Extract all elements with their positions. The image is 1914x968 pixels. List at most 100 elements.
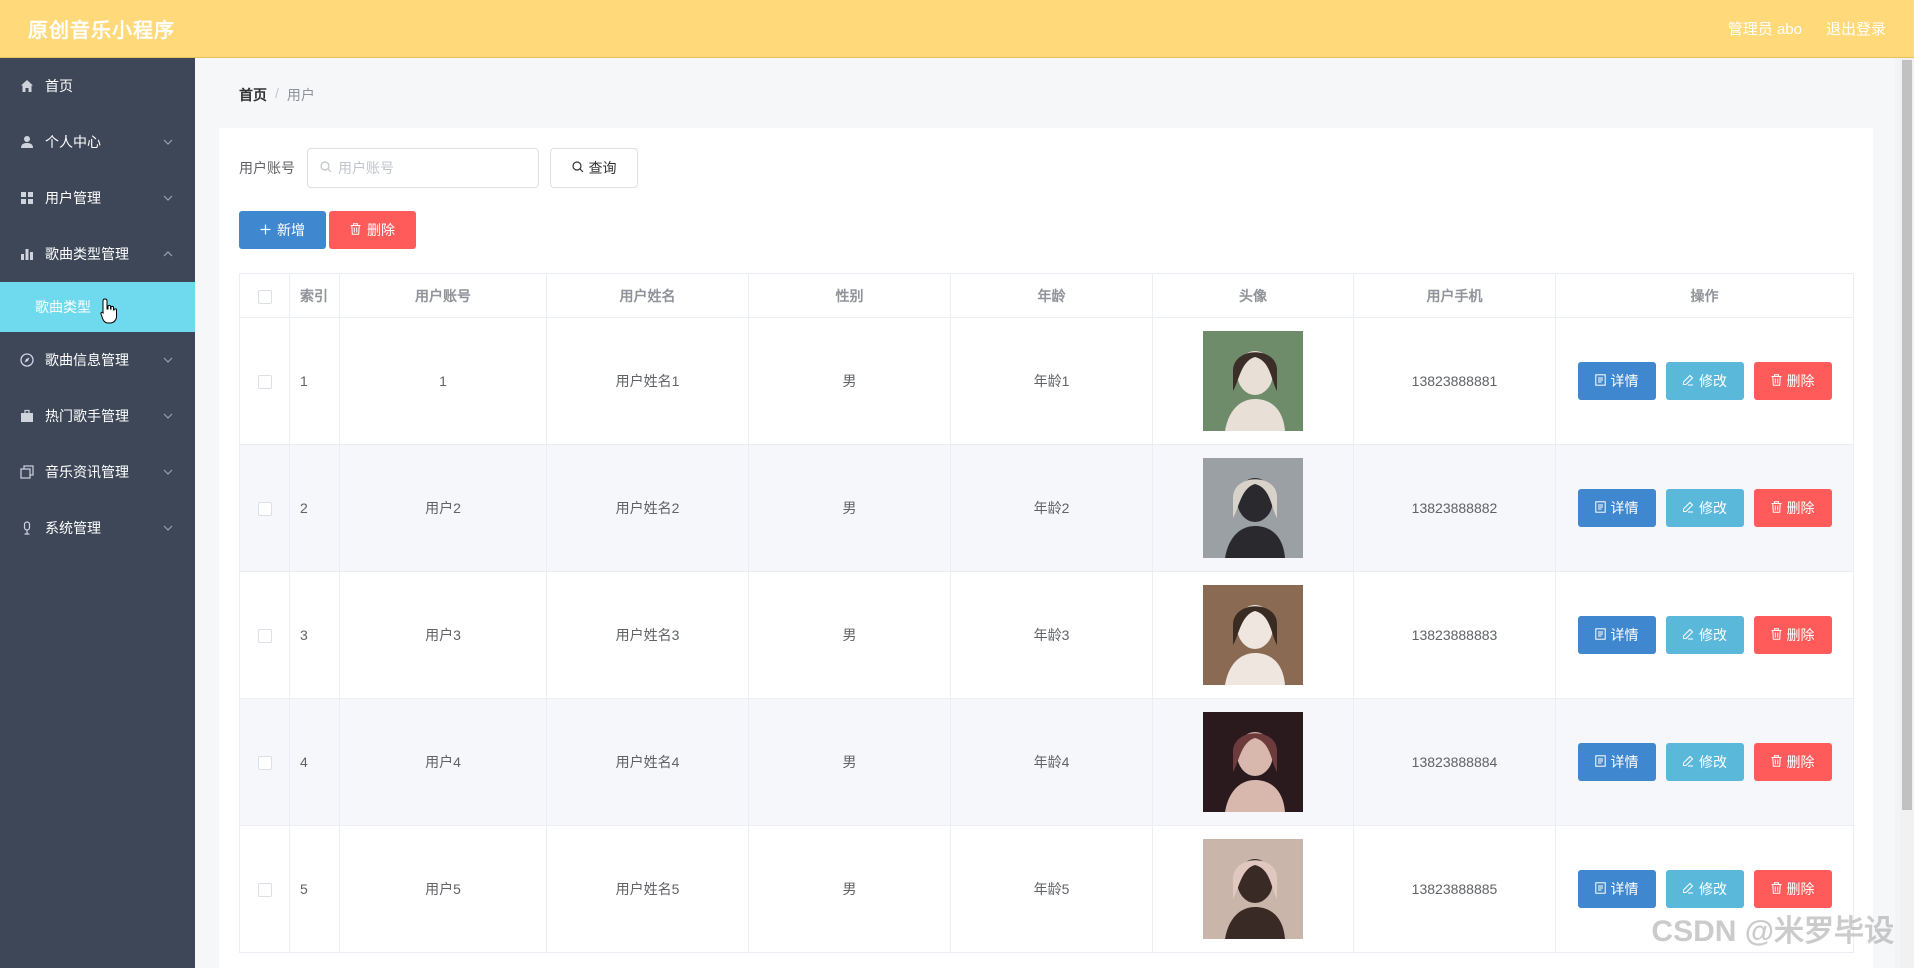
row-checkbox[interactable] [257, 629, 272, 644]
admin-user-label[interactable]: 管理员 abo [1728, 18, 1802, 39]
search-input[interactable] [338, 160, 528, 176]
row-select-cell[interactable] [239, 444, 290, 572]
column-header: 年龄 [950, 273, 1153, 318]
detail-button[interactable]: 详情 [1577, 743, 1656, 781]
delete-button-label: 删除 [1786, 500, 1815, 516]
sidebar-item-music-news-management[interactable]: 音乐资讯管理 [0, 444, 195, 500]
row-select-cell[interactable] [239, 825, 290, 953]
trash-icon [1771, 754, 1782, 770]
cell-gender: 男 [748, 317, 951, 445]
bar-chart-icon [19, 246, 35, 262]
detail-button[interactable]: 详情 [1577, 870, 1656, 908]
cell-age: 年龄1 [950, 317, 1153, 445]
chevron-down-icon [163, 193, 173, 203]
delete-button[interactable]: 删除 [1753, 743, 1832, 781]
delete-button-label: 删除 [1786, 881, 1815, 897]
detail-button-label: 详情 [1610, 881, 1639, 897]
detail-button[interactable]: 详情 [1577, 616, 1656, 654]
column-header: 用户姓名 [546, 273, 749, 318]
user-icon [19, 134, 35, 150]
edit-button-label: 修改 [1699, 754, 1727, 770]
delete-button-label: 删除 [1786, 627, 1815, 643]
chevron-down-icon [163, 137, 173, 147]
cell-account: 1 [339, 317, 547, 445]
cell-age: 年龄4 [950, 698, 1153, 826]
cell-avatar [1152, 444, 1354, 572]
trash-icon [1771, 373, 1782, 389]
edit-icon [1682, 500, 1694, 516]
page-scrollbar[interactable] [1900, 58, 1914, 968]
edit-button-label: 修改 [1699, 500, 1727, 516]
row-checkbox[interactable] [257, 375, 272, 390]
sidebar-item-label: 系统管理 [45, 520, 101, 536]
chevron-down-icon [163, 467, 173, 477]
detail-button-label: 详情 [1610, 373, 1639, 389]
avatar [1203, 458, 1303, 558]
select-all-cell[interactable] [239, 273, 290, 318]
edit-button[interactable]: 修改 [1665, 489, 1744, 527]
submenu-item-label: 歌曲类型 [35, 299, 91, 315]
search-input-wrapper[interactable] [307, 148, 539, 188]
row-checkbox[interactable] [257, 502, 272, 517]
column-header: 操作 [1555, 273, 1854, 318]
avatar [1203, 585, 1303, 685]
row-select-cell[interactable] [239, 571, 290, 699]
delete-button[interactable]: 删除 [1753, 362, 1832, 400]
table-row: 4 用户4 用户姓名4 男年龄4 13823888884 详情 修改 删除 [239, 698, 1854, 826]
edit-button-label: 修改 [1699, 373, 1727, 389]
column-header: 用户手机 [1353, 273, 1556, 318]
edit-button[interactable]: 修改 [1665, 616, 1744, 654]
cell-avatar [1152, 571, 1354, 699]
row-checkbox[interactable] [257, 883, 272, 898]
submenu-item-song-type[interactable]: 歌曲类型 [0, 282, 195, 332]
delete-button[interactable]: 删除 [1753, 489, 1832, 527]
breadcrumb-current: 用户 [286, 87, 315, 103]
sidebar-item-hot-singer-management[interactable]: 热门歌手管理 [0, 388, 195, 444]
cell-name: 用户姓名4 [546, 698, 749, 826]
search-icon [571, 160, 584, 176]
cell-name: 用户姓名3 [546, 571, 749, 699]
detail-button[interactable]: 详情 [1577, 362, 1656, 400]
edit-button[interactable]: 修改 [1665, 743, 1744, 781]
mic-icon [19, 520, 35, 536]
sidebar-item-home[interactable]: 首页 [0, 58, 195, 114]
app-title: 原创音乐小程序 [28, 20, 175, 42]
sidebar-item-profile[interactable]: 个人中心 [0, 114, 195, 170]
select-all-checkbox[interactable] [257, 289, 272, 304]
search-icon [320, 160, 332, 176]
detail-button-label: 详情 [1610, 627, 1639, 643]
delete-button[interactable]: 删除 [1753, 870, 1832, 908]
column-header: 用户账号 [339, 273, 547, 318]
sidebar-item-system-management[interactable]: 系统管理 [0, 500, 195, 556]
row-select-cell[interactable] [239, 698, 290, 826]
edit-icon [1682, 881, 1694, 897]
query-button[interactable]: 查询 [550, 148, 638, 188]
cell-phone: 13823888883 [1353, 571, 1556, 699]
compass-icon [19, 352, 35, 368]
scrollbar-thumb[interactable] [1902, 60, 1912, 810]
chevron-down-icon [163, 355, 173, 365]
logout-link[interactable]: 退出登录 [1826, 18, 1886, 39]
cell-phone: 13823888884 [1353, 698, 1556, 826]
batch-delete-button[interactable]: 删除 [329, 211, 416, 249]
add-button[interactable]: 新增 [239, 211, 326, 249]
row-select-cell[interactable] [239, 317, 290, 445]
cell-name: 用户姓名2 [546, 444, 749, 572]
sidebar-item-user-management[interactable]: 用户管理 [0, 170, 195, 226]
sidebar-item-song-type-management[interactable]: 歌曲类型管理 [0, 226, 195, 282]
document-icon [1594, 500, 1606, 516]
delete-button-label: 删除 [1786, 754, 1815, 770]
grid-icon [19, 190, 35, 206]
row-checkbox[interactable] [257, 756, 272, 771]
sidebar-item-label: 首页 [45, 78, 73, 94]
cell-avatar [1152, 317, 1354, 445]
trash-icon [1771, 627, 1782, 643]
breadcrumb-home[interactable]: 首页 [239, 85, 267, 105]
delete-button[interactable]: 删除 [1753, 616, 1832, 654]
sidebar-item-song-info-management[interactable]: 歌曲信息管理 [0, 332, 195, 388]
edit-button[interactable]: 修改 [1665, 362, 1744, 400]
edit-button[interactable]: 修改 [1665, 870, 1744, 908]
query-button-label: 查询 [588, 160, 617, 176]
chevron-up-icon [163, 249, 173, 259]
detail-button[interactable]: 详情 [1577, 489, 1656, 527]
